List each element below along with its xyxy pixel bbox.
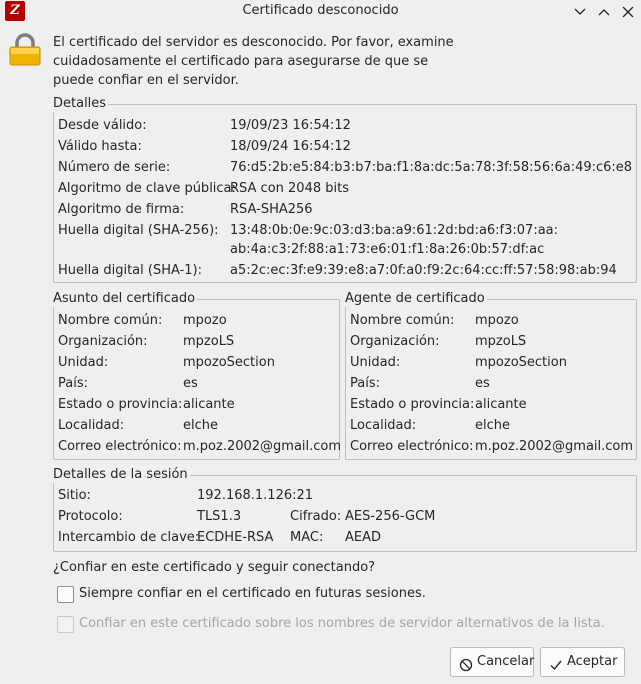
- cancel-button-label: Cancelar: [477, 654, 535, 669]
- issuer-unit-label: Unidad:: [350, 355, 401, 370]
- sha1-fingerprint-value: a5:2c:ec:3f:e9:39:e8:a7:0f:a0:f9:2c:64:c…: [230, 263, 617, 278]
- issuer-unit-value: mpozoSection: [475, 355, 567, 370]
- trust-altnames-checkbox: [57, 616, 74, 633]
- close-button[interactable]: [619, 3, 637, 21]
- accept-button[interactable]: Aceptar: [540, 647, 625, 677]
- subject-organization-value: mpzoLS: [183, 334, 235, 349]
- session-group: Detalles de la sesión Sitio: 192.168.1.1…: [53, 467, 637, 552]
- issuer-locality-label: Localidad:: [350, 418, 417, 433]
- valid-from-value: 19/09/23 16:54:12: [230, 118, 351, 133]
- issuer-locality-value: elche: [475, 418, 510, 433]
- sha1-fingerprint-label: Huella digital (SHA-1):: [58, 263, 202, 278]
- issuer-country-label: País:: [350, 376, 380, 391]
- subject-locality-label: Localidad:: [58, 418, 125, 433]
- sha256-fingerprint-value-line1: 13:48:0b:0e:9c:03:d3:ba:a9:61:2d:bd:a6:f…: [230, 223, 559, 238]
- trust-altnames-checkbox-row: Confiar en este certificado sobre los no…: [57, 615, 617, 635]
- subject-country-label: País:: [58, 376, 88, 391]
- window-title: Certificado desconocido: [242, 3, 399, 18]
- sha256-fingerprint-value-line2: ab:4a:c3:2f:88:a1:73:e6:01:f1:8a:26:0b:5…: [230, 242, 545, 257]
- subject-email-label: Correo electrónico:: [58, 439, 182, 454]
- issuer-state-label: Estado o provincia:: [350, 397, 475, 412]
- issuer-organization-label: Organización:: [350, 334, 440, 349]
- issuer-group-title: Agente de certificado: [345, 291, 487, 307]
- cancel-icon: [459, 655, 473, 672]
- subject-email-value: m.poz.2002@gmail.com: [183, 439, 342, 454]
- intro-message: El certificado del servidor es desconoci…: [53, 35, 454, 88]
- issuer-email-label: Correo electrónico:: [350, 439, 474, 454]
- subject-common-name-label: Nombre común:: [58, 313, 163, 328]
- issuer-common-name-value: mpozo: [475, 313, 519, 328]
- sha256-fingerprint-label: Huella digital (SHA-256):: [58, 223, 219, 238]
- details-group: Detalles Desde válido: 19/09/23 16:54:12…: [53, 96, 637, 283]
- session-group-title: Detalles de la sesión: [53, 467, 190, 483]
- subject-unit-value: mpozoSection: [183, 355, 275, 370]
- issuer-state-value: alicante: [475, 397, 527, 412]
- chevron-up-icon: [598, 9, 610, 16]
- close-icon: [622, 6, 634, 18]
- valid-until-value: 18/09/24 16:54:12: [230, 139, 351, 154]
- accept-button-label: Aceptar: [567, 654, 618, 669]
- subject-common-name-value: mpozo: [183, 313, 227, 328]
- title-bar: Z Certificado desconocido: [0, 0, 641, 24]
- mac-value: AEAD: [345, 530, 382, 545]
- trust-question: ¿Confiar en este certificado y seguir co…: [53, 560, 376, 575]
- issuer-organization-value: mpzoLS: [475, 334, 527, 349]
- serial-number-label: Número de serie:: [58, 160, 171, 175]
- protocol-label: Protocolo:: [58, 509, 123, 524]
- cipher-value: AES-256-GCM: [345, 509, 436, 524]
- public-key-algorithm-value: RSA con 2048 bits: [230, 181, 349, 196]
- signature-algorithm-label: Algoritmo de firma:: [58, 202, 185, 217]
- subject-unit-label: Unidad:: [58, 355, 109, 370]
- subject-organization-label: Organización:: [58, 334, 148, 349]
- subject-group: Asunto del certificado Nombre común: mpo…: [53, 291, 342, 460]
- always-trust-label[interactable]: Siempre confiar en el certificado en fut…: [79, 585, 426, 603]
- always-trust-checkbox-row[interactable]: Siempre confiar en el certificado en fut…: [57, 585, 477, 605]
- mac-label: MAC:: [290, 530, 324, 545]
- subject-locality-value: elche: [183, 418, 218, 433]
- key-exchange-value: ECDHE-RSA: [197, 530, 274, 545]
- issuer-country-value: es: [475, 376, 490, 391]
- subject-state-label: Estado o provincia:: [58, 397, 183, 412]
- signature-algorithm-value: RSA-SHA256: [230, 202, 313, 217]
- cipher-label: Cifrado:: [290, 509, 342, 524]
- subject-group-title: Asunto del certificado: [53, 291, 198, 307]
- issuer-common-name-label: Nombre común:: [350, 313, 455, 328]
- checkmark-icon: [549, 655, 563, 671]
- issuer-email-value: m.poz.2002@gmail.com: [475, 439, 634, 454]
- subject-state-value: alicante: [183, 397, 235, 412]
- host-value: 192.168.1.126:21: [197, 488, 314, 503]
- minimize-button[interactable]: [571, 3, 589, 21]
- valid-from-label: Desde válido:: [58, 118, 147, 133]
- valid-until-label: Válido hasta:: [58, 139, 142, 154]
- subject-country-value: es: [183, 376, 198, 391]
- details-group-title: Detalles: [53, 96, 109, 112]
- trust-altnames-label: Confiar en este certificado sobre los no…: [79, 616, 605, 631]
- serial-number-value: 76:d5:2b:e5:84:b3:b7:ba:f1:8a:dc:5a:78:3…: [230, 160, 633, 175]
- maximize-button[interactable]: [595, 3, 613, 21]
- protocol-value: TLS1.3: [197, 509, 242, 524]
- host-label: Sitio:: [58, 488, 91, 503]
- lock-icon: [8, 33, 42, 67]
- chevron-down-icon: [574, 8, 586, 15]
- always-trust-checkbox[interactable]: [57, 586, 74, 603]
- issuer-group: Agente de certificado Nombre común: mpoz…: [345, 291, 637, 460]
- key-exchange-label: Intercambio de clave:: [58, 530, 200, 545]
- public-key-algorithm-label: Algoritmo de clave pública:: [58, 181, 236, 196]
- cancel-button[interactable]: Cancelar: [450, 647, 534, 677]
